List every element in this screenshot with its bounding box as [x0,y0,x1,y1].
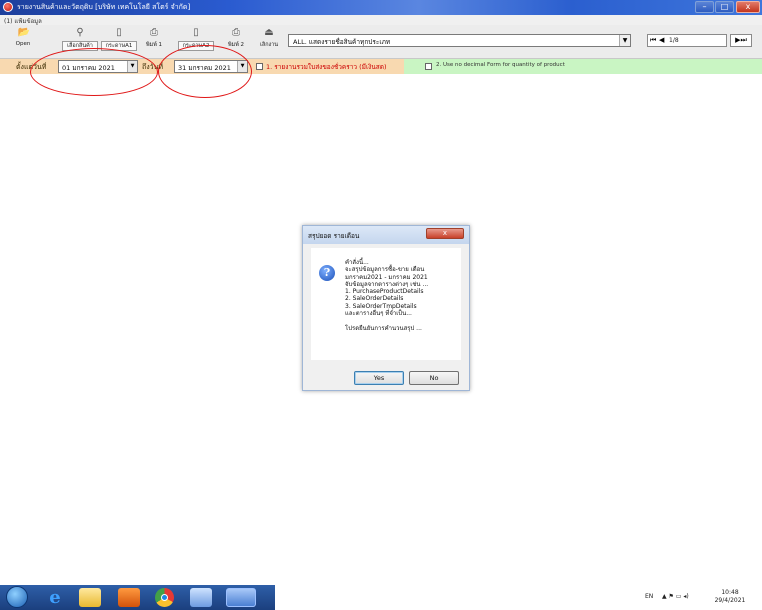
no-button[interactable]: No [409,371,459,385]
exit-button[interactable]: ⏏ เลิกงาน [256,27,282,57]
prev-record-button[interactable]: ◀ [659,36,664,44]
taskbar-wallpaper-area [275,585,762,610]
message-line: โปรดยืนยันการคำนวนสรุป ... [345,324,422,332]
annotation-circle-to-date [158,45,252,98]
minimize-button[interactable]: – [695,1,714,13]
dialog-message: คำสั่งนี้... จะสรุปข้อมูลการซื้อ-ขาย เดื… [345,259,428,332]
language-indicator[interactable]: EN [645,593,653,600]
message-line: จะสรุปข้อมูลการซื้อ-ขาย เดือน [345,266,425,274]
folder-icon: 📂 [17,27,30,38]
message-line: และตารางอื่นๆ ที่จำเป็น... [345,310,412,318]
first-record-button[interactable]: ⏮ [650,36,656,45]
dialog-title: สรุปยอด รายเดือน [308,232,360,240]
chrome-icon-center [161,594,168,601]
maximize-button[interactable]: □ [715,1,734,13]
exit-label: เลิกงาน [259,42,279,48]
binoculars-icon: ⚲ [76,27,84,38]
app-icon [3,2,13,12]
clock[interactable]: 10:48 29/4/2021 [712,589,748,605]
message-line: 1. PurchaseProductDetails [345,288,424,296]
desktop-screen: รายงานสินค้าและวัตถุดิบ [บริษัท เทคโนโลย… [0,0,762,610]
report-type-value: ALL. แสดงรายชื่อสินค้าทุกประเภท [293,38,391,46]
clock-date: 29/4/2021 [714,597,746,604]
question-icon: ? [319,265,335,281]
temp-delivery-label: 1. รายงานรวมใบส่งของชั่วคราว (มีเงินสด) [266,63,387,71]
page-icon: ▯ [193,27,199,38]
last-record-button[interactable]: ⏭ [741,36,747,44]
window-title: รายงานสินค้าและวัตถุดิบ [บริษัท เทคโนโลย… [17,3,191,11]
no-decimal-checkbox[interactable] [425,63,432,70]
open-button[interactable]: 📂 Open [8,27,38,57]
no-decimal-label: 2. Use no decimal Form for quantity of p… [436,62,565,68]
chevron-down-icon[interactable]: ▼ [619,35,630,46]
report-type-select[interactable]: ALL. แสดงรายชื่อสินค้าทุกประเภท ▼ [288,34,631,47]
exit-icon: ⏏ [264,27,274,38]
media-player-icon[interactable] [118,588,140,607]
monthly-summary-dialog: สรุปยอด รายเดือน x ? คำสั่งนี้... จะสรุป… [302,225,470,391]
dialog-titlebar: สรุปยอด รายเดือน x [303,226,469,244]
printer-icon: ⎙ [150,27,158,38]
message-line: จับข้อมูลจากตารางต่างๆ เช่น ... [345,280,429,288]
message-line: 3. SaleOrderTmpDetails [345,302,417,310]
print-1-label: พิมพ์ 1 [145,42,163,48]
record-counter: 1/8 [669,37,679,44]
annotation-circle-from-date [30,48,158,96]
message-line [345,317,428,324]
message-line: มกราคม2021 - มกราคม 2021 [345,273,428,281]
system-tray-icons[interactable]: ▲ ⚑ ▭ ◂) [662,593,689,600]
yes-button[interactable]: Yes [354,371,404,385]
window-app-icon[interactable] [190,588,212,607]
record-navigator: ⏮ ◀ 1/8 [647,34,727,47]
page-icon: ▯ [116,27,122,38]
active-app-icon[interactable] [226,588,256,607]
temp-delivery-checkbox[interactable] [256,63,263,70]
internet-explorer-icon[interactable]: e [44,588,66,607]
start-button[interactable] [6,586,28,608]
print-1-button[interactable]: ⎙ พิมพ์ 1 [140,27,168,57]
window-titlebar: รายงานสินค้าและวัตถุดิบ [บริษัท เทคโนโลย… [0,0,762,15]
menu-bar: (1) แฟ้มข้อมูล [0,15,762,25]
next-last-record-buttons[interactable]: ▶⏭ [730,34,752,47]
clock-time: 10:48 [721,589,739,596]
file-explorer-icon[interactable] [79,588,101,607]
open-label: Open [15,41,31,47]
dialog-close-button[interactable]: x [426,228,464,239]
close-button[interactable]: x [736,1,760,13]
printer-icon: ⎙ [232,27,240,38]
message-line: 2. SaleOrderDetails [345,295,404,303]
